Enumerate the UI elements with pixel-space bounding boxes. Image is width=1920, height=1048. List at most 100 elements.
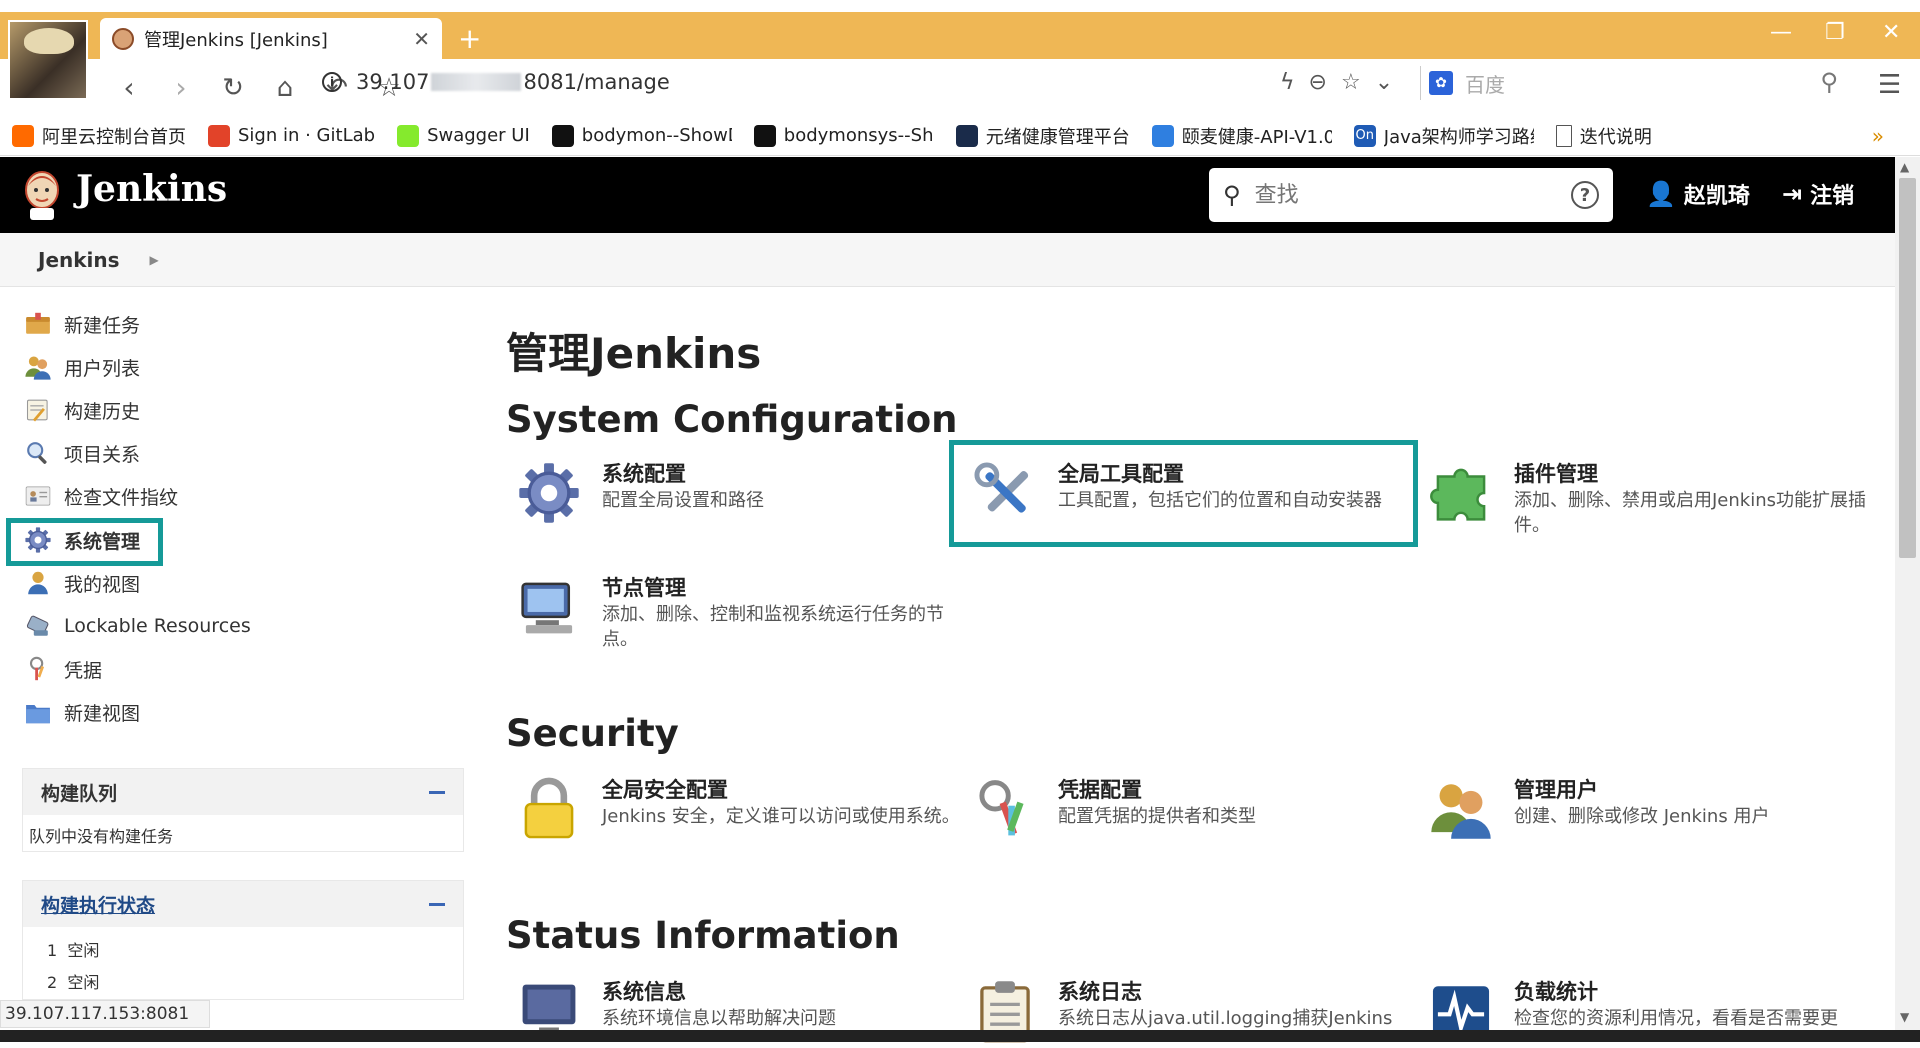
scrollbar-thumb[interactable] xyxy=(1899,178,1916,558)
back-icon[interactable]: ‹ xyxy=(110,69,148,107)
search-icon[interactable]: ⚲ xyxy=(1820,68,1838,96)
jenkins-search-input[interactable] xyxy=(1254,182,1571,208)
credentials-icon xyxy=(24,655,54,683)
bookmark-item[interactable]: 颐麦健康-API-V1.0.3 xyxy=(1151,123,1332,149)
sidebar-item-label: Lockable Resources xyxy=(64,615,251,637)
jenkins-logo-icon[interactable] xyxy=(20,168,64,222)
browser-search-box[interactable]: ✿ 百度 ⚲ xyxy=(1420,66,1860,100)
tab-title: 管理Jenkins [Jenkins] xyxy=(144,29,328,51)
executors-list: 1 空闲 2 空闲 xyxy=(23,927,463,1007)
computer-icon xyxy=(516,574,582,640)
address-host: 39.107 xyxy=(356,70,430,94)
manage-link[interactable]: 插件管理 添加、删除、禁用或启用Jenkins功能扩展插件。 xyxy=(1428,460,1874,538)
bookmark-item[interactable]: bodymonsys--Show xyxy=(753,124,934,147)
breadcrumb-root[interactable]: Jenkins xyxy=(38,248,120,272)
bookmark-item[interactable]: Swagger UI xyxy=(397,124,530,147)
manage-link-text: 管理用户 创建、删除或修改 Jenkins 用户 xyxy=(1514,776,1874,842)
address-bar[interactable]: i 39.107 8081/manage xyxy=(322,70,670,94)
sidebar-item[interactable]: 新建视图 xyxy=(24,695,140,729)
jenkins-title[interactable]: Jenkins xyxy=(76,168,227,210)
manage-link-text: 凭据配置 配置凭据的提供者和类型 xyxy=(1058,776,1418,842)
sidebar-item-label: 检查文件指纹 xyxy=(64,486,179,509)
close-window-icon[interactable]: ✕ xyxy=(1882,20,1900,45)
bookmarks-overflow-icon[interactable]: » xyxy=(1872,124,1884,148)
bookmark-label: 颐麦健康-API-V1.0.3 xyxy=(1181,126,1332,148)
build-queue-header: 构建队列 xyxy=(23,769,463,815)
sidebar-item[interactable]: Lockable Resources xyxy=(24,609,251,643)
sidebar-item[interactable]: 我的视图 xyxy=(24,566,140,600)
chevron-down-icon[interactable]: ⌄ xyxy=(1375,70,1393,95)
manage-link[interactable]: 管理用户 创建、删除或修改 Jenkins 用户 xyxy=(1428,776,1874,842)
section-title-system-configuration: System Configuration xyxy=(506,398,958,441)
scroll-up-icon[interactable]: ▲ xyxy=(1900,160,1909,174)
manage-link[interactable]: 全局安全配置 Jenkins 安全，定义谁可以访问或使用系统。 xyxy=(516,776,962,842)
sidebar-item[interactable]: 用户列表 xyxy=(24,350,140,384)
address-actions: ϟ ⊖ ☆ ⌄ xyxy=(1280,70,1393,95)
user-link[interactable]: 👤 赵凯琦 xyxy=(1646,178,1750,210)
lockable-resources-icon xyxy=(24,612,54,640)
breadcrumb-chevron-icon[interactable]: ▶ xyxy=(150,253,159,267)
sidebar-item[interactable]: 项目关系 xyxy=(24,436,140,470)
favorite-icon[interactable]: ☆ xyxy=(1341,70,1361,95)
bookmark-item[interactable]: Sign in · GitLab xyxy=(208,124,375,147)
global-tool-config-highlight xyxy=(949,440,1418,547)
folder-icon xyxy=(24,698,54,726)
minimize-icon[interactable]: — xyxy=(1770,20,1792,45)
user-name: 赵凯琦 xyxy=(1683,184,1750,209)
site-info-icon[interactable]: i xyxy=(322,72,342,92)
bookmark-label: Swagger UI xyxy=(427,125,530,146)
collapse-icon[interactable] xyxy=(429,790,445,794)
manage-link-title: 凭据配置 xyxy=(1058,778,1142,802)
reload-icon[interactable]: ↻ xyxy=(214,69,252,107)
logout-label: 注销 xyxy=(1810,184,1855,209)
bookmark-item[interactable]: 元绪健康管理平台 xyxy=(955,123,1130,149)
manage-link-text: 全局安全配置 Jenkins 安全，定义谁可以访问或使用系统。 xyxy=(602,776,962,842)
jenkins-search-box[interactable]: ⚲ ? xyxy=(1209,168,1613,222)
manage-link[interactable]: 节点管理 添加、删除、控制和监视系统运行任务的节点。 xyxy=(516,574,962,652)
build-queue-title[interactable]: 构建队列 xyxy=(41,779,117,806)
manage-link[interactable]: 凭据配置 配置凭据的提供者和类型 xyxy=(972,776,1418,842)
manage-link-title: 系统日志 xyxy=(1058,980,1142,1004)
bookmark-label: Java架构师学习路线 xyxy=(1383,126,1534,148)
close-tab-icon[interactable]: ✕ xyxy=(413,27,430,51)
new-tab-button[interactable]: + xyxy=(458,22,481,55)
executors-header: 构建执行状态 xyxy=(23,881,463,927)
sidebar-item[interactable]: 构建历史 xyxy=(24,393,140,427)
browser-tab-active[interactable]: 管理Jenkins [Jenkins] ✕ xyxy=(100,18,442,59)
bookmark-label: bodymon--ShowDo xyxy=(581,125,732,146)
bookmarks-bar: 阿里云控制台首页 Sign in · GitLab Swagger UI bodymo… xyxy=(0,116,1920,156)
aliyun-icon xyxy=(12,124,34,147)
sidebar-item[interactable]: 新建任务 xyxy=(24,307,140,341)
executors-title[interactable]: 构建执行状态 xyxy=(41,891,155,918)
bookmark-item[interactable]: On Java架构师学习路线 xyxy=(1353,123,1534,149)
forward-icon[interactable]: › xyxy=(162,69,200,107)
sidebar-item-label: 新建任务 xyxy=(64,314,141,337)
logout-link[interactable]: ⇥ 注销 xyxy=(1782,178,1854,210)
manage-link[interactable]: 系统配置 配置全局设置和路径 xyxy=(516,460,962,526)
sidebar-item[interactable]: 凭据 xyxy=(24,652,102,686)
search-icon: ⚲ xyxy=(1223,181,1241,209)
collapse-icon[interactable] xyxy=(429,902,445,906)
executor-number: 1 xyxy=(47,941,58,960)
manage-link-description: 创建、删除或修改 Jenkins 用户 xyxy=(1514,806,1770,827)
help-icon[interactable]: ? xyxy=(1571,181,1599,209)
bookmark-item[interactable]: bodymon--ShowDo xyxy=(551,124,732,147)
sidebar-item-label: 用户列表 xyxy=(64,357,141,380)
zoom-out-icon[interactable]: ⊖ xyxy=(1309,70,1327,95)
browser-profile-avatar[interactable] xyxy=(8,20,88,100)
window-top-edge xyxy=(0,0,1920,12)
bookmark-item[interactable]: 阿里云控制台首页 xyxy=(12,123,186,149)
react-icon xyxy=(955,124,978,147)
restore-icon[interactable]: ❐ xyxy=(1825,20,1845,45)
new-item-icon xyxy=(24,310,54,338)
executor-row: 1 空闲 xyxy=(47,935,439,967)
manage-link-title: 系统信息 xyxy=(602,980,686,1004)
bookmark-item[interactable]: 迭代说明 xyxy=(1555,123,1652,149)
scroll-down-icon[interactable]: ▼ xyxy=(1900,1010,1909,1024)
browser-menu-icon[interactable]: ☰ xyxy=(1878,70,1901,100)
address-path: 8081/manage xyxy=(523,70,670,94)
sidebar-item[interactable]: 检查文件指纹 xyxy=(24,479,178,513)
lightning-icon[interactable]: ϟ xyxy=(1280,70,1295,95)
home-icon[interactable]: ⌂ xyxy=(266,69,304,107)
build-queue-panel: 构建队列 队列中没有构建任务 xyxy=(22,768,464,852)
